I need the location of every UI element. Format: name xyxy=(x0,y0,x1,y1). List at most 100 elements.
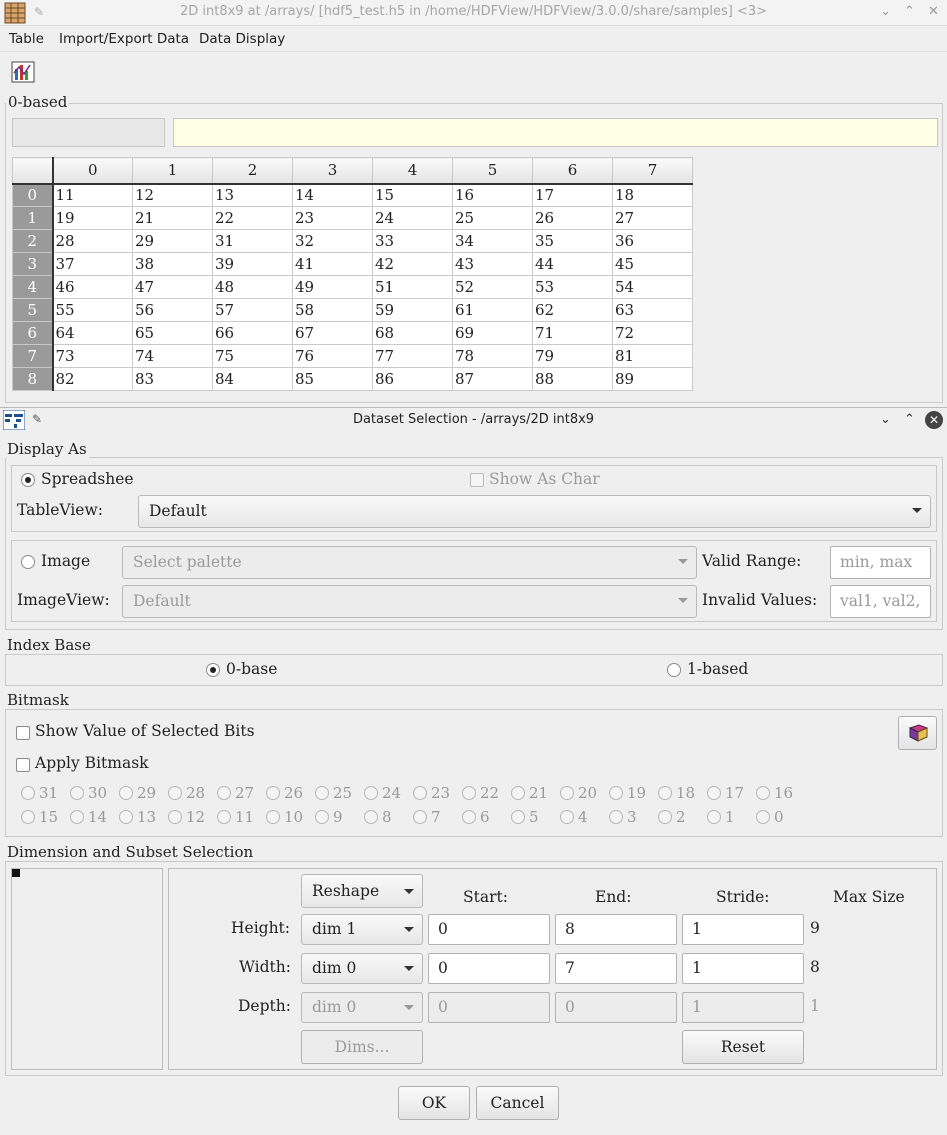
table-cell[interactable]: 15 xyxy=(372,183,453,207)
row-header[interactable]: 5 xyxy=(12,298,54,322)
apply-bitmask-checkbox[interactable] xyxy=(16,758,30,772)
bit-radio[interactable] xyxy=(315,786,329,800)
one-based-radio[interactable] xyxy=(667,663,681,677)
table-cell[interactable]: 16 xyxy=(452,183,533,207)
table-cell[interactable]: 62 xyxy=(532,298,613,322)
column-header[interactable]: 2 xyxy=(212,157,293,185)
table-cell[interactable]: 33 xyxy=(372,229,453,253)
bit-radio[interactable] xyxy=(21,810,35,824)
bit-radio[interactable] xyxy=(413,786,427,800)
tableview-combo[interactable]: Default xyxy=(138,495,931,528)
table-cell[interactable]: 79 xyxy=(532,344,613,368)
table-cell[interactable]: 36 xyxy=(612,229,693,253)
cell-value-field[interactable] xyxy=(173,118,938,147)
column-header[interactable]: 6 xyxy=(532,157,613,185)
table-cell[interactable]: 11 xyxy=(52,183,133,207)
table-cell[interactable]: 45 xyxy=(612,252,693,276)
bit-radio[interactable] xyxy=(707,810,721,824)
table-cell[interactable]: 26 xyxy=(532,206,613,230)
row-header[interactable]: 3 xyxy=(12,252,54,276)
bit-radio[interactable] xyxy=(609,786,623,800)
table-cell[interactable]: 35 xyxy=(532,229,613,253)
width-stride-input[interactable]: 1 xyxy=(682,953,804,984)
table-cell[interactable]: 31 xyxy=(212,229,293,253)
imageview-combo[interactable]: Default xyxy=(122,585,697,618)
table-cell[interactable]: 65 xyxy=(132,321,213,345)
bit-radio[interactable] xyxy=(511,810,525,824)
table-row[interactable]: 3 37 38 39 41 42 43 44 45 xyxy=(12,252,693,276)
table-cell[interactable]: 81 xyxy=(612,344,693,368)
row-header[interactable]: 4 xyxy=(12,275,54,299)
bit-radio[interactable] xyxy=(511,786,525,800)
invalid-values-input[interactable]: val1, val2, xyxy=(830,585,931,618)
table-cell[interactable]: 75 xyxy=(212,344,293,368)
bit-radio[interactable] xyxy=(658,810,672,824)
table-cell[interactable]: 21 xyxy=(132,206,213,230)
table-cell[interactable]: 58 xyxy=(292,298,373,322)
table-row[interactable]: 1 19 21 22 23 24 25 26 27 xyxy=(12,206,693,230)
depth-end-input[interactable]: 0 xyxy=(555,992,677,1023)
table-cell[interactable]: 28 xyxy=(52,229,133,253)
spreadsheet-radio[interactable] xyxy=(21,473,35,487)
bit-radio[interactable] xyxy=(21,786,35,800)
table-cell[interactable]: 77 xyxy=(372,344,453,368)
table-cell[interactable]: 14 xyxy=(292,183,373,207)
table-cell[interactable]: 32 xyxy=(292,229,373,253)
table-cell[interactable]: 76 xyxy=(292,344,373,368)
table-cell[interactable]: 88 xyxy=(532,367,613,391)
column-header[interactable]: 1 xyxy=(132,157,213,185)
table-row[interactable]: 2 28 29 31 32 33 34 35 36 xyxy=(12,229,693,253)
minimize-icon[interactable]: ⌄ xyxy=(880,4,891,19)
depth-stride-input[interactable]: 1 xyxy=(682,992,804,1023)
table-cell[interactable]: 49 xyxy=(292,275,373,299)
table-cell[interactable]: 69 xyxy=(452,321,533,345)
bit-radio[interactable] xyxy=(609,810,623,824)
cancel-button[interactable]: Cancel xyxy=(476,1086,559,1120)
bit-radio[interactable] xyxy=(217,786,231,800)
bit-radio[interactable] xyxy=(560,786,574,800)
table-cell[interactable]: 18 xyxy=(612,183,693,207)
bit-radio[interactable] xyxy=(364,786,378,800)
table-cell[interactable]: 84 xyxy=(212,367,293,391)
table-cell[interactable]: 48 xyxy=(212,275,293,299)
reset-button[interactable]: Reset xyxy=(682,1030,804,1064)
height-end-input[interactable]: 8 xyxy=(555,914,677,945)
table-cell[interactable]: 12 xyxy=(132,183,213,207)
bit-radio[interactable] xyxy=(168,786,182,800)
show-value-checkbox[interactable] xyxy=(16,726,30,740)
height-dim-combo[interactable]: dim 1 xyxy=(301,914,423,945)
width-end-input[interactable]: 7 xyxy=(555,953,677,984)
table-row[interactable]: 0 11 12 13 14 15 16 17 18 xyxy=(12,183,693,207)
bit-radio[interactable] xyxy=(462,810,476,824)
table-cell[interactable]: 59 xyxy=(372,298,453,322)
reshape-combo[interactable]: Reshape xyxy=(301,874,423,908)
bit-radio[interactable] xyxy=(217,810,231,824)
table-cell[interactable]: 39 xyxy=(212,252,293,276)
bit-radio[interactable] xyxy=(315,810,329,824)
dims-button[interactable]: Dims... xyxy=(301,1030,423,1064)
bit-radio[interactable] xyxy=(462,786,476,800)
table-cell[interactable]: 23 xyxy=(292,206,373,230)
show-as-char-checkbox[interactable] xyxy=(470,473,484,487)
row-header[interactable]: 2 xyxy=(12,229,54,253)
table-cell[interactable]: 47 xyxy=(132,275,213,299)
table-cell[interactable]: 63 xyxy=(612,298,693,322)
table-cell[interactable]: 89 xyxy=(612,367,693,391)
column-header[interactable]: 3 xyxy=(292,157,373,185)
table-cell[interactable]: 52 xyxy=(452,275,533,299)
table-cell[interactable]: 86 xyxy=(372,367,453,391)
table-row[interactable]: 4 46 47 48 49 51 52 53 54 xyxy=(12,275,693,299)
bit-radio[interactable] xyxy=(658,786,672,800)
menu-data-display[interactable]: Data Display xyxy=(199,31,285,47)
ok-button[interactable]: OK xyxy=(398,1086,470,1120)
table-cell[interactable]: 72 xyxy=(612,321,693,345)
table-cell[interactable]: 87 xyxy=(452,367,533,391)
depth-start-input[interactable]: 0 xyxy=(428,992,550,1023)
row-header[interactable]: 6 xyxy=(12,321,54,345)
column-header[interactable]: 4 xyxy=(372,157,453,185)
table-cell[interactable]: 17 xyxy=(532,183,613,207)
width-dim-combo[interactable]: dim 0 xyxy=(301,953,423,984)
table-cell[interactable]: 64 xyxy=(52,321,133,345)
row-header[interactable]: 8 xyxy=(12,367,54,391)
bit-radio[interactable] xyxy=(119,786,133,800)
